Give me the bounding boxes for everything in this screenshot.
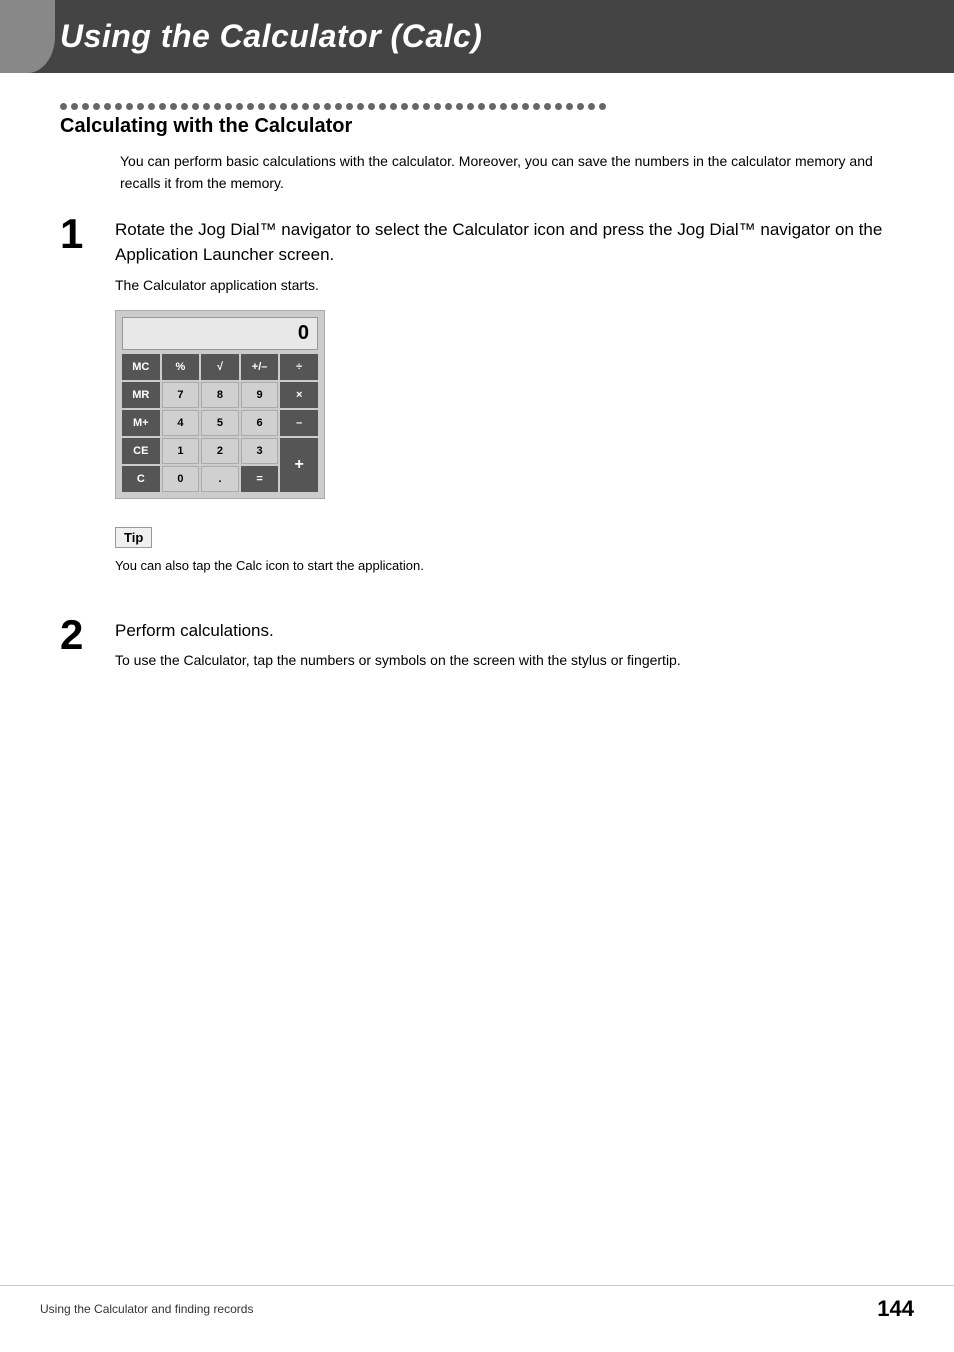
calc-btn-9[interactable]: 9	[241, 382, 279, 408]
calc-btn-mc[interactable]: MC	[122, 354, 160, 380]
calc-btn-equals[interactable]: =	[241, 466, 279, 492]
calc-buttons: MC % √ +/– ÷ MR 7 8 9 × M+ 4 5	[122, 354, 318, 492]
tip-section: Tip You can also tap the Calc icon to st…	[115, 527, 894, 576]
step-2-number: 2	[60, 614, 115, 656]
calc-btn-divide[interactable]: ÷	[280, 354, 318, 380]
section-intro: You can perform basic calculations with …	[120, 150, 894, 195]
calc-btn-1[interactable]: 1	[162, 438, 200, 464]
page-header: Using the Calculator (Calc)	[0, 0, 954, 73]
step-2-detail: To use the Calculator, tap the numbers o…	[115, 649, 894, 671]
tip-text: You can also tap the Calc icon to start …	[115, 556, 894, 576]
calc-btn-6[interactable]: 6	[241, 410, 279, 436]
calc-btn-multiply[interactable]: ×	[280, 382, 318, 408]
calc-btn-2[interactable]: 2	[201, 438, 239, 464]
calc-btn-7[interactable]: 7	[162, 382, 200, 408]
calc-btn-ce[interactable]: CE	[122, 438, 160, 464]
step-2: 2 Perform calculations. To use the Calcu…	[60, 618, 894, 686]
step-2-content: Perform calculations. To use the Calcula…	[115, 618, 894, 686]
calc-btn-mplus[interactable]: M+	[122, 410, 160, 436]
step-1-detail: The Calculator application starts.	[115, 274, 894, 296]
calc-btn-5[interactable]: 5	[201, 410, 239, 436]
calc-btn-plus[interactable]: +	[280, 438, 318, 492]
calculator-image: 0 MC % √ +/– ÷ MR 7 8 9 ×	[115, 310, 325, 499]
calc-btn-percent[interactable]: %	[162, 354, 200, 380]
step-1-number: 1	[60, 213, 115, 255]
dots-decoration	[60, 103, 894, 110]
step-1-content: Rotate the Jog Dial™ navigator to select…	[115, 217, 894, 598]
tip-label: Tip	[115, 527, 152, 548]
section-title: Calculating with the Calculator	[60, 115, 894, 138]
calc-btn-sqrt[interactable]: √	[201, 354, 239, 380]
calc-btn-0[interactable]: 0	[162, 466, 200, 492]
step-1: 1 Rotate the Jog Dial™ navigator to sele…	[60, 217, 894, 598]
calc-btn-minus[interactable]: –	[280, 410, 318, 436]
calc-btn-dot[interactable]: .	[201, 466, 239, 492]
step-1-title: Rotate the Jog Dial™ navigator to select…	[115, 217, 894, 268]
page-title: Using the Calculator (Calc)	[60, 18, 914, 55]
main-content: Calculating with the Calculator You can …	[0, 103, 954, 686]
step-2-title: Perform calculations.	[115, 618, 894, 644]
footer-page-number: 144	[877, 1296, 914, 1322]
footer-text: Using the Calculator and finding records	[40, 1302, 253, 1316]
calc-btn-plusminus[interactable]: +/–	[241, 354, 279, 380]
calc-btn-c[interactable]: C	[122, 466, 160, 492]
calc-btn-4[interactable]: 4	[162, 410, 200, 436]
page-footer: Using the Calculator and finding records…	[0, 1285, 954, 1332]
calc-btn-3[interactable]: 3	[241, 438, 279, 464]
calc-display: 0	[122, 317, 318, 350]
calc-btn-mr[interactable]: MR	[122, 382, 160, 408]
section-heading: Calculating with the Calculator	[60, 103, 894, 138]
calculator: 0 MC % √ +/– ÷ MR 7 8 9 ×	[115, 310, 325, 499]
calc-btn-8[interactable]: 8	[201, 382, 239, 408]
